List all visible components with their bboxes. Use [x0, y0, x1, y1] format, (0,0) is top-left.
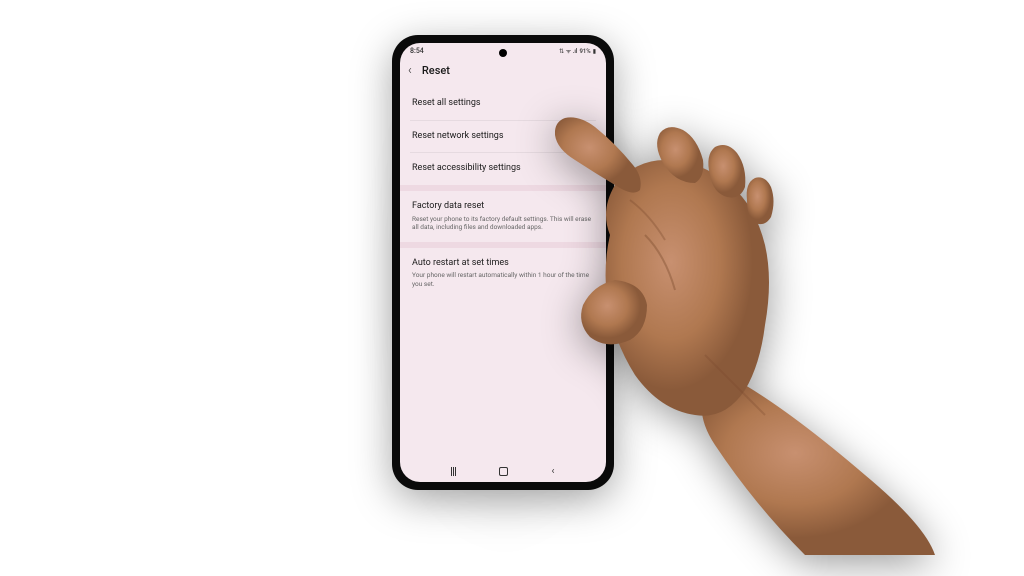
nav-home-icon[interactable]: [499, 467, 508, 476]
nav-recent-icon[interactable]: [451, 467, 456, 476]
item-title: Reset all settings: [412, 98, 594, 110]
item-subtitle: Your phone will restart automatically wi…: [412, 271, 594, 288]
settings-list: Reset all settings Reset network setting…: [400, 88, 606, 298]
header: ‹ Reset: [400, 57, 606, 88]
reset-all-settings[interactable]: Reset all settings: [400, 88, 606, 120]
signal-icons: ⇅ ᯤ .ıl: [559, 47, 577, 55]
phone-device: 8:54 ⇅ ᯤ .ıl 91% ▮ ‹ Reset Reset all set…: [392, 35, 614, 490]
auto-restart[interactable]: Auto restart at set times Your phone wil…: [400, 248, 606, 299]
item-title: Factory data reset: [412, 201, 594, 213]
item-title: Auto restart at set times: [412, 258, 594, 270]
page-title: Reset: [422, 64, 450, 77]
battery-icon: ▮: [593, 48, 596, 55]
item-title: Reset network settings: [412, 131, 594, 143]
reset-accessibility-settings[interactable]: Reset accessibility settings: [400, 153, 606, 185]
factory-data-reset[interactable]: Factory data reset Reset your phone to i…: [400, 191, 606, 242]
nav-back-icon[interactable]: ‹: [551, 466, 554, 477]
item-title: Reset accessibility settings: [412, 163, 594, 175]
camera-hole: [499, 49, 507, 57]
battery-text: 91%: [579, 48, 590, 55]
item-subtitle: Reset your phone to its factory default …: [412, 215, 594, 232]
back-icon[interactable]: ‹: [408, 63, 412, 78]
reset-network-settings[interactable]: Reset network settings: [400, 121, 606, 153]
navigation-bar: ‹: [400, 460, 606, 482]
phone-screen: 8:54 ⇅ ᯤ .ıl 91% ▮ ‹ Reset Reset all set…: [400, 43, 606, 482]
status-time: 8:54: [410, 47, 424, 55]
